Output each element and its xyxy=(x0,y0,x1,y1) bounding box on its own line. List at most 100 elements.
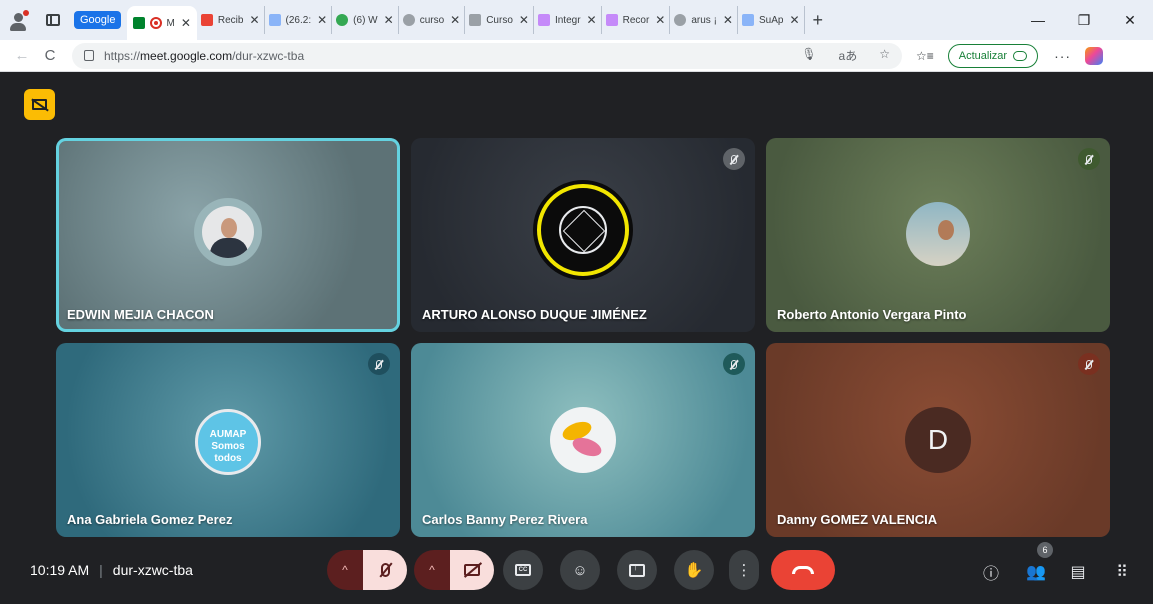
tab-arus[interactable]: arus ¡ ✕ xyxy=(670,6,738,34)
gmail-favicon-icon xyxy=(200,14,213,26)
participant-tile[interactable]: Roberto Antonio Vergara Pinto xyxy=(766,138,1110,332)
close-tab-icon[interactable]: ✕ xyxy=(587,13,597,27)
screen-capture-badge[interactable] xyxy=(24,89,55,120)
tab-curso[interactable]: Curso ✕ xyxy=(465,6,534,34)
url-path: /dur-xzwc-tba xyxy=(232,48,305,63)
person-favicon-icon xyxy=(537,14,550,26)
avatar xyxy=(194,198,262,266)
participant-name: Danny GOMEZ VALENCIA xyxy=(777,512,938,527)
tab-label: (26.2: xyxy=(285,14,312,26)
people-button[interactable]: 👥 xyxy=(1024,560,1048,584)
participant-name: Ana Gabriela Gomez Perez xyxy=(67,512,233,527)
meeting-info: 10:19 AM | dur-xzwc-tba xyxy=(30,562,193,578)
muted-mic-icon xyxy=(723,353,745,375)
tab-label: Curso xyxy=(486,14,513,26)
browser-menu-icon[interactable]: ··· xyxy=(1054,48,1071,64)
more-options-button[interactable]: ⋮ xyxy=(729,550,759,590)
camera-off-icon xyxy=(464,564,480,576)
tab-strip: Google M ✕ Recib ✕ (26.2: ✕ (6) W ✕ curs… xyxy=(74,0,823,40)
favorites-icon[interactable]: ☆≡ xyxy=(916,49,934,63)
mic-control: ^ xyxy=(327,550,407,590)
site-info-icon[interactable] xyxy=(84,50,94,61)
bookmark-star-icon[interactable]: ☆ xyxy=(879,47,890,64)
close-window-button[interactable]: ✕ xyxy=(1107,12,1153,29)
close-tab-icon[interactable]: ✕ xyxy=(519,13,529,27)
restore-button[interactable]: ❐ xyxy=(1061,12,1107,29)
tab-recibidos[interactable]: Recib ✕ xyxy=(197,6,265,34)
tab-label: Integr xyxy=(554,14,581,26)
participant-name: ARTURO ALONSO DUQUE JIMÉNEZ xyxy=(422,307,647,322)
search-favicon-icon xyxy=(402,14,415,26)
tab-suap[interactable]: SuAp ✕ xyxy=(738,6,805,34)
audio-options-button[interactable]: ^ xyxy=(327,550,363,590)
tab-curso-search[interactable]: curso ✕ xyxy=(399,6,466,34)
whatsapp-favicon-icon xyxy=(336,14,349,26)
close-tab-icon[interactable]: ✕ xyxy=(384,13,394,27)
tab-meet[interactable]: M ✕ xyxy=(127,6,197,40)
avatar: D xyxy=(905,407,971,473)
new-tab-button[interactable]: + xyxy=(813,10,824,31)
url-host: meet.google.com xyxy=(140,48,233,63)
participant-tile[interactable]: ARTURO ALONSO DUQUE JIMÉNEZ xyxy=(411,138,755,332)
muted-mic-icon xyxy=(723,148,745,170)
meeting-code[interactable]: dur-xzwc-tba xyxy=(113,562,193,578)
participant-count-badge: 6 xyxy=(1037,542,1053,558)
page-favicon-icon xyxy=(469,14,482,26)
window-controls: — ❐ ✕ xyxy=(1015,0,1153,40)
participant-tile[interactable]: EDWIN MEJIA CHACON xyxy=(56,138,400,332)
video-options-button[interactable]: ^ xyxy=(414,550,450,590)
close-tab-icon[interactable]: ✕ xyxy=(249,13,259,27)
close-tab-icon[interactable]: ✕ xyxy=(450,13,460,27)
activities-button[interactable]: ⠿ xyxy=(1110,560,1134,584)
close-tab-icon[interactable]: ✕ xyxy=(181,16,191,30)
close-tab-icon[interactable]: ✕ xyxy=(789,13,799,27)
tab-label: M xyxy=(166,17,175,29)
present-button[interactable] xyxy=(617,550,657,590)
page-favicon-icon xyxy=(741,14,754,26)
reload-button[interactable]: C xyxy=(36,47,64,64)
copilot-icon[interactable] xyxy=(1085,46,1104,65)
chat-button[interactable]: ▤ xyxy=(1066,560,1090,584)
close-tab-icon[interactable]: ✕ xyxy=(723,13,733,27)
close-tab-icon[interactable]: ✕ xyxy=(317,13,327,27)
participant-tile[interactable]: D Danny GOMEZ VALENCIA xyxy=(766,343,1110,537)
mail-favicon-icon xyxy=(268,14,281,26)
tab-actions-icon[interactable] xyxy=(40,7,66,33)
mic-toggle-button[interactable] xyxy=(363,550,407,590)
avatar xyxy=(537,184,629,276)
profile-icon[interactable] xyxy=(4,5,34,35)
avatar xyxy=(550,407,616,473)
participant-tile[interactable]: AUMAP Somos todos Ana Gabriela Gomez Per… xyxy=(56,343,400,537)
raise-hand-button[interactable]: ✋ xyxy=(674,550,714,590)
meet-favicon-icon xyxy=(133,17,146,29)
address-bar: ← C https://meet.google.com/dur-xzwc-tba… xyxy=(0,40,1153,72)
tab-mail[interactable]: (26.2: ✕ xyxy=(265,6,333,34)
update-button[interactable]: Actualizar xyxy=(947,43,1039,68)
tab-recor[interactable]: Recor ✕ xyxy=(602,6,671,34)
muted-mic-icon xyxy=(1078,353,1100,375)
close-tab-icon[interactable]: ✕ xyxy=(655,13,665,27)
captions-button[interactable]: CC xyxy=(503,550,543,590)
avatar xyxy=(906,202,970,266)
update-icon xyxy=(1013,50,1028,61)
back-button[interactable]: ← xyxy=(8,47,36,64)
url-input[interactable]: https://meet.google.com/dur-xzwc-tba 🎙 a… xyxy=(72,42,902,69)
participant-tile[interactable]: Carlos Banny Perez Rivera xyxy=(411,343,755,537)
avatar-initial: D xyxy=(927,424,949,455)
meet-stage: EDWIN MEJIA CHACON ARTURO ALONSO DUQUE J… xyxy=(0,72,1153,604)
tab-whatsapp[interactable]: (6) W ✕ xyxy=(332,6,399,34)
tab-label: arus ¡ xyxy=(691,14,717,26)
camera-toggle-button[interactable] xyxy=(450,550,494,590)
muted-mic-icon xyxy=(368,353,390,375)
tab-label: Recib xyxy=(217,14,244,26)
leave-call-button[interactable] xyxy=(771,550,835,590)
tab-label: Recor xyxy=(622,14,650,26)
tab-integr[interactable]: Integr ✕ xyxy=(534,6,602,34)
mic-off-icon xyxy=(380,563,390,577)
reactions-button[interactable]: ☺ xyxy=(560,550,600,590)
tab-group-google[interactable]: Google xyxy=(74,11,122,29)
meeting-details-button[interactable]: ⓘ xyxy=(979,560,1003,584)
translate-icon[interactable]: aあ xyxy=(839,47,858,64)
microphone-icon[interactable]: 🎙 xyxy=(801,47,816,64)
minimize-button[interactable]: — xyxy=(1015,12,1061,28)
